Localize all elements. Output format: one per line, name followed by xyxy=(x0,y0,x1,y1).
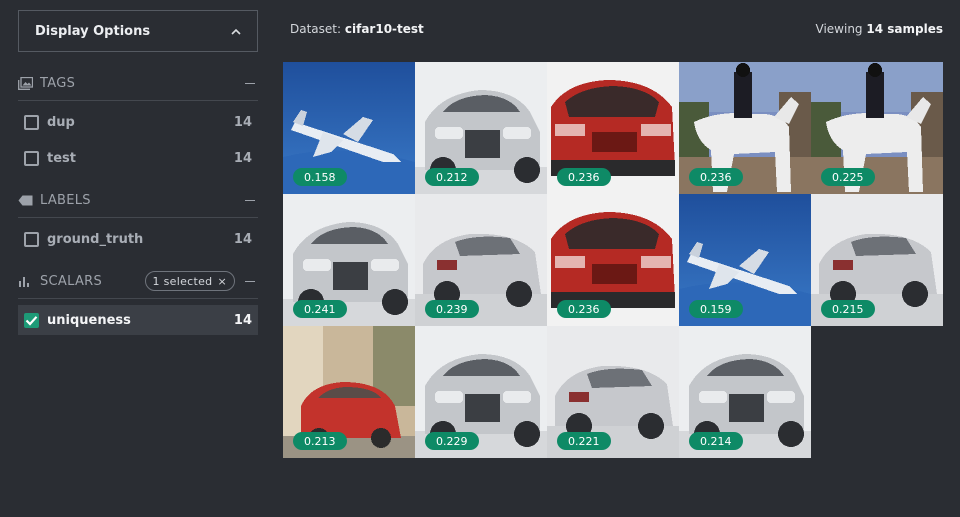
tag-item-test[interactable]: test 14 xyxy=(18,143,258,173)
scalar-count: 14 xyxy=(233,312,252,328)
checkbox-checked[interactable] xyxy=(24,312,39,328)
tag-count: 14 xyxy=(233,150,252,166)
uniqueness-badge: 0.159 xyxy=(689,300,743,318)
sample-grid: 0.158 0.212 0.236 0.236 0.225 0.241 0.23… xyxy=(283,62,943,458)
tags-section-header[interactable]: TAGS xyxy=(18,66,258,101)
display-options-label: Display Options xyxy=(35,23,151,39)
uniqueness-badge: 0.158 xyxy=(293,168,347,186)
uniqueness-badge: 0.225 xyxy=(821,168,875,186)
sample-tile[interactable]: 0.221 xyxy=(547,326,679,458)
collapse-labels-icon[interactable] xyxy=(245,199,255,201)
sample-tile[interactable]: 0.215 xyxy=(811,194,943,326)
tag-label: dup xyxy=(47,114,75,130)
viewing-prefix: Viewing xyxy=(815,22,863,36)
uniqueness-badge: 0.236 xyxy=(557,168,611,186)
sample-tile[interactable]: 0.225 xyxy=(811,62,943,194)
clear-selection-icon[interactable]: × xyxy=(217,275,227,288)
tag-count: 14 xyxy=(233,114,252,130)
scalar-item-uniqueness[interactable]: uniqueness 14 xyxy=(18,305,258,335)
scalar-label: uniqueness xyxy=(47,312,131,328)
tags-title: TAGS xyxy=(40,75,76,91)
tag-item-dup[interactable]: dup 14 xyxy=(18,107,258,137)
scalars-title: SCALARS xyxy=(40,273,103,289)
dataset-name-text: Dataset: cifar10-test xyxy=(290,22,424,36)
label-tag-icon xyxy=(18,193,34,207)
selected-count-text: 1 selected xyxy=(152,274,213,288)
viewing-count: 14 samples xyxy=(866,22,943,36)
check-icon xyxy=(25,315,38,326)
sample-tile[interactable]: 0.159 xyxy=(679,194,811,326)
sample-tile[interactable]: 0.212 xyxy=(415,62,547,194)
dataset-name: cifar10-test xyxy=(344,22,424,36)
label-field-name: ground_truth xyxy=(47,231,144,247)
tag-label: test xyxy=(47,150,76,166)
uniqueness-badge: 0.236 xyxy=(689,168,743,186)
sidebar: Display Options TAGS dup 14 test 14 LABE… xyxy=(18,10,258,341)
sample-tile[interactable]: 0.236 xyxy=(547,194,679,326)
scalars-list: uniqueness 14 xyxy=(18,299,258,335)
collapse-scalars-icon[interactable] xyxy=(245,280,255,282)
labels-list: ground_truth 14 xyxy=(18,218,258,254)
collapse-tags-icon[interactable] xyxy=(245,82,255,84)
uniqueness-badge: 0.213 xyxy=(293,432,347,450)
display-options-button[interactable]: Display Options xyxy=(18,10,258,52)
sample-tile[interactable]: 0.236 xyxy=(547,62,679,194)
dataset-prefix: Dataset: xyxy=(290,22,342,36)
labels-title: LABELS xyxy=(40,192,91,208)
bar-chart-icon xyxy=(18,274,34,288)
uniqueness-badge: 0.214 xyxy=(689,432,743,450)
uniqueness-badge: 0.241 xyxy=(293,300,347,318)
checkbox[interactable] xyxy=(24,231,39,247)
image-tag-icon xyxy=(18,76,34,90)
uniqueness-badge: 0.212 xyxy=(425,168,479,186)
sample-tile[interactable]: 0.214 xyxy=(679,326,811,458)
sample-tile[interactable]: 0.236 xyxy=(679,62,811,194)
checkbox[interactable] xyxy=(24,150,39,166)
sample-tile[interactable]: 0.239 xyxy=(415,194,547,326)
sample-tile[interactable]: 0.229 xyxy=(415,326,547,458)
uniqueness-badge: 0.221 xyxy=(557,432,611,450)
selected-count-pill[interactable]: 1 selected × xyxy=(144,271,235,291)
tags-list: dup 14 test 14 xyxy=(18,101,258,173)
label-item-ground-truth[interactable]: ground_truth 14 xyxy=(18,224,258,254)
chevron-up-icon xyxy=(231,24,241,38)
labels-section-header[interactable]: LABELS xyxy=(18,183,258,218)
uniqueness-badge: 0.239 xyxy=(425,300,479,318)
sample-count-text: Viewing 14 samples xyxy=(816,22,943,36)
label-count: 14 xyxy=(233,231,252,247)
sample-tile[interactable]: 0.213 xyxy=(283,326,415,458)
uniqueness-badge: 0.236 xyxy=(557,300,611,318)
sample-tile[interactable]: 0.158 xyxy=(283,62,415,194)
sample-tile[interactable]: 0.241 xyxy=(283,194,415,326)
checkbox[interactable] xyxy=(24,114,39,130)
uniqueness-badge: 0.215 xyxy=(821,300,875,318)
scalars-section-header[interactable]: SCALARS 1 selected × xyxy=(18,264,258,299)
uniqueness-badge: 0.229 xyxy=(425,432,479,450)
